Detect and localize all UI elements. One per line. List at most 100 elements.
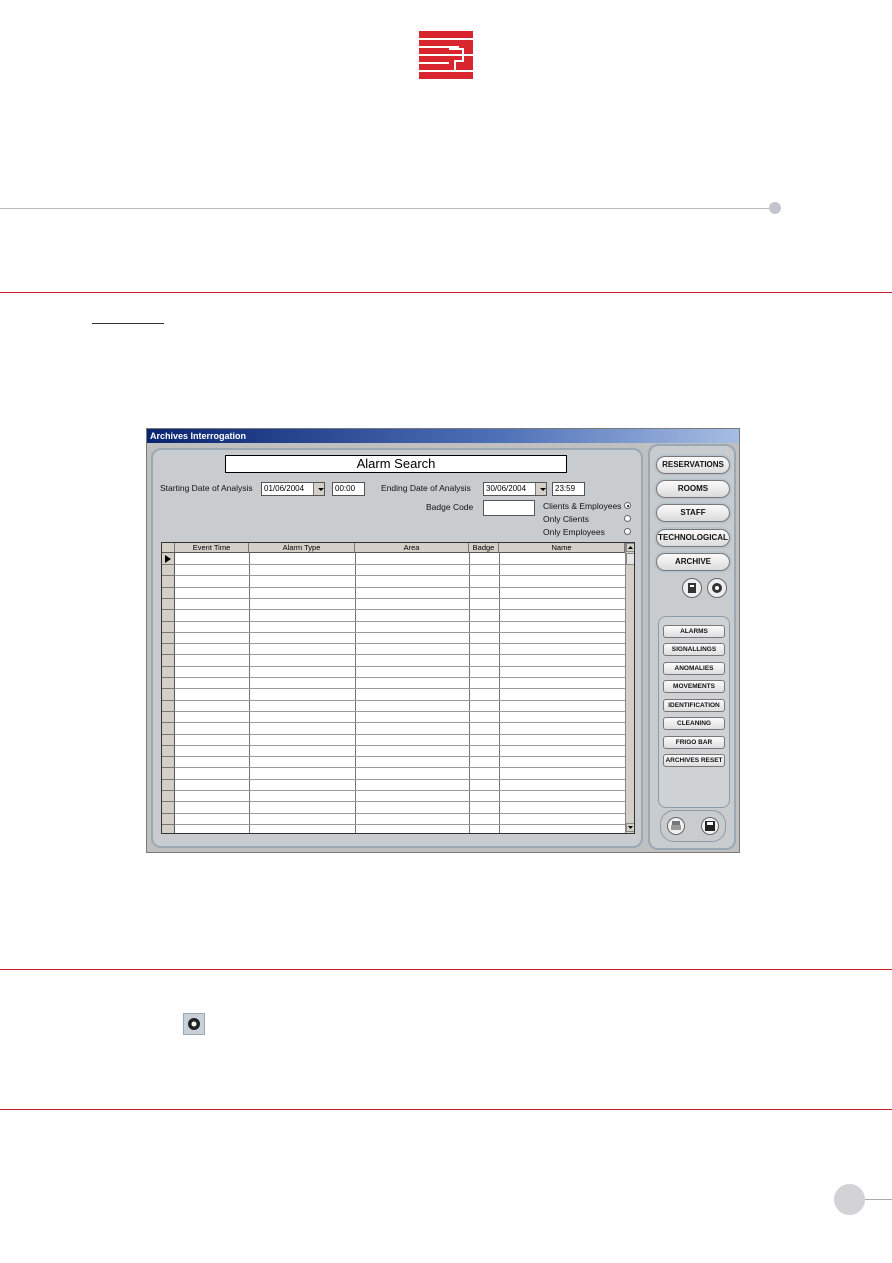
- row-indicator-divider: [162, 744, 175, 746]
- end-date-label: Ending Date of Analysis: [381, 483, 471, 493]
- header-divider: [0, 208, 775, 209]
- row-indicator-divider: [162, 756, 175, 758]
- archive-type-panel: ALARMS SIGNALLINGS ANOMALIES MOVEMENTS I…: [658, 616, 730, 808]
- column-header-event-time[interactable]: Event Time: [175, 543, 249, 553]
- start-time-input[interactable]: 00:00: [332, 482, 365, 496]
- table-row[interactable]: [175, 677, 625, 678]
- row-indicator-divider: [162, 609, 175, 611]
- table-row[interactable]: [175, 790, 625, 791]
- row-indicator-divider: [162, 620, 175, 622]
- table-row[interactable]: [175, 756, 625, 758]
- row-indicator-divider: [162, 677, 175, 678]
- view-icon[interactable]: [682, 578, 702, 598]
- section-divider-3: [0, 1109, 892, 1110]
- table-row[interactable]: [175, 609, 625, 611]
- archive-button[interactable]: ARCHIVE: [656, 553, 730, 571]
- rooms-button[interactable]: ROOMS: [656, 480, 730, 498]
- table-row[interactable]: [175, 733, 625, 735]
- technological-button[interactable]: TECHNOLOGICAL: [656, 529, 730, 547]
- scroll-thumb[interactable]: [626, 553, 634, 565]
- page-number-line: [865, 1199, 892, 1200]
- start-date-value: 01/06/2004: [264, 484, 305, 493]
- table-row[interactable]: [175, 801, 625, 803]
- column-header-alarm-type[interactable]: Alarm Type: [249, 543, 355, 553]
- table-row[interactable]: [175, 823, 625, 825]
- chevron-down-icon[interactable]: [313, 483, 324, 495]
- table-row[interactable]: [175, 586, 625, 588]
- chevron-down-icon[interactable]: [535, 483, 546, 495]
- table-row[interactable]: [175, 620, 625, 622]
- badge-code-input[interactable]: [483, 500, 535, 516]
- table-row[interactable]: [175, 699, 625, 701]
- row-indicator-divider: [162, 564, 175, 565]
- row-indicator-divider: [162, 654, 175, 656]
- table-row[interactable]: [175, 744, 625, 746]
- refresh-icon[interactable]: [707, 578, 727, 598]
- floppy-icon[interactable]: [701, 817, 719, 835]
- current-row-arrow-icon: [165, 555, 171, 563]
- column-divider: [499, 553, 500, 833]
- reservations-button[interactable]: RESERVATIONS: [656, 456, 730, 474]
- table-row[interactable]: [175, 778, 625, 780]
- table-row[interactable]: [175, 631, 625, 633]
- row-indicator-divider: [162, 767, 175, 769]
- row-indicator-divider: [162, 812, 175, 814]
- row-indicator-divider: [162, 643, 175, 645]
- table-row[interactable]: [175, 643, 625, 645]
- end-date-combo[interactable]: 30/06/2004: [483, 482, 547, 496]
- movements-button[interactable]: MOVEMENTS: [663, 680, 725, 693]
- row-indicator-divider: [162, 710, 175, 712]
- archives-reset-button[interactable]: ARCHIVES RESET: [663, 754, 725, 767]
- table-row[interactable]: [175, 722, 625, 724]
- table-row[interactable]: [175, 564, 625, 565]
- table-row[interactable]: [175, 597, 625, 599]
- filter-only-employees-radio[interactable]: [624, 528, 631, 535]
- filter-only-employees-label: Only Employees: [543, 527, 605, 537]
- grid-scrollbar[interactable]: [625, 543, 634, 833]
- start-date-label: Starting Date of Analysis: [160, 483, 253, 493]
- row-indicator-divider: [162, 665, 175, 667]
- printer-icon[interactable]: [667, 817, 685, 835]
- row-indicator-divider: [162, 586, 175, 588]
- row-indicator-divider: [162, 733, 175, 735]
- scroll-down-icon[interactable]: [626, 823, 634, 832]
- column-divider: [249, 553, 250, 833]
- section-divider-1: [0, 292, 892, 293]
- row-indicator-divider: [162, 631, 175, 633]
- frigo-bar-button[interactable]: FRIGO BAR: [663, 736, 725, 749]
- underline-mark: [92, 323, 164, 324]
- table-row[interactable]: [175, 654, 625, 656]
- row-indicator-divider: [162, 597, 175, 599]
- search-heading: Alarm Search: [225, 455, 567, 473]
- output-buttons-group: [660, 810, 726, 842]
- table-row[interactable]: [175, 767, 625, 769]
- section-divider-2: [0, 969, 892, 970]
- column-header-area[interactable]: Area: [355, 543, 469, 553]
- anomalies-button[interactable]: ANOMALIES: [663, 662, 725, 675]
- table-row[interactable]: [175, 575, 625, 577]
- filter-only-clients-radio[interactable]: [624, 515, 631, 522]
- header-divider-dot: [769, 202, 781, 214]
- side-panel: RESERVATIONS ROOMS STAFF TECHNOLOGICAL A…: [648, 444, 736, 850]
- grid-corner: [162, 543, 175, 553]
- staff-button[interactable]: STAFF: [656, 504, 730, 522]
- signallings-button[interactable]: SIGNALLINGS: [663, 643, 725, 656]
- results-grid[interactable]: Event Time Alarm Type Area Badge Name: [161, 542, 635, 834]
- column-header-name[interactable]: Name: [499, 543, 625, 553]
- column-header-badge[interactable]: Badge: [469, 543, 499, 553]
- identification-button[interactable]: IDENTIFICATION: [663, 699, 725, 712]
- table-row[interactable]: [175, 665, 625, 667]
- badge-code-label: Badge Code: [426, 502, 474, 512]
- start-date-combo[interactable]: 01/06/2004: [261, 482, 325, 496]
- table-row[interactable]: [175, 812, 625, 814]
- column-divider: [469, 553, 470, 833]
- scroll-up-icon[interactable]: [626, 543, 634, 552]
- filter-clients-employees-radio[interactable]: [624, 502, 631, 509]
- cleaning-button[interactable]: CLEANING: [663, 717, 725, 730]
- alarms-button[interactable]: ALARMS: [663, 625, 725, 638]
- end-date-value: 30/06/2004: [486, 484, 527, 493]
- end-time-input[interactable]: 23:59: [552, 482, 585, 496]
- table-row[interactable]: [175, 710, 625, 712]
- table-row[interactable]: [175, 688, 625, 690]
- row-indicator-divider: [162, 722, 175, 724]
